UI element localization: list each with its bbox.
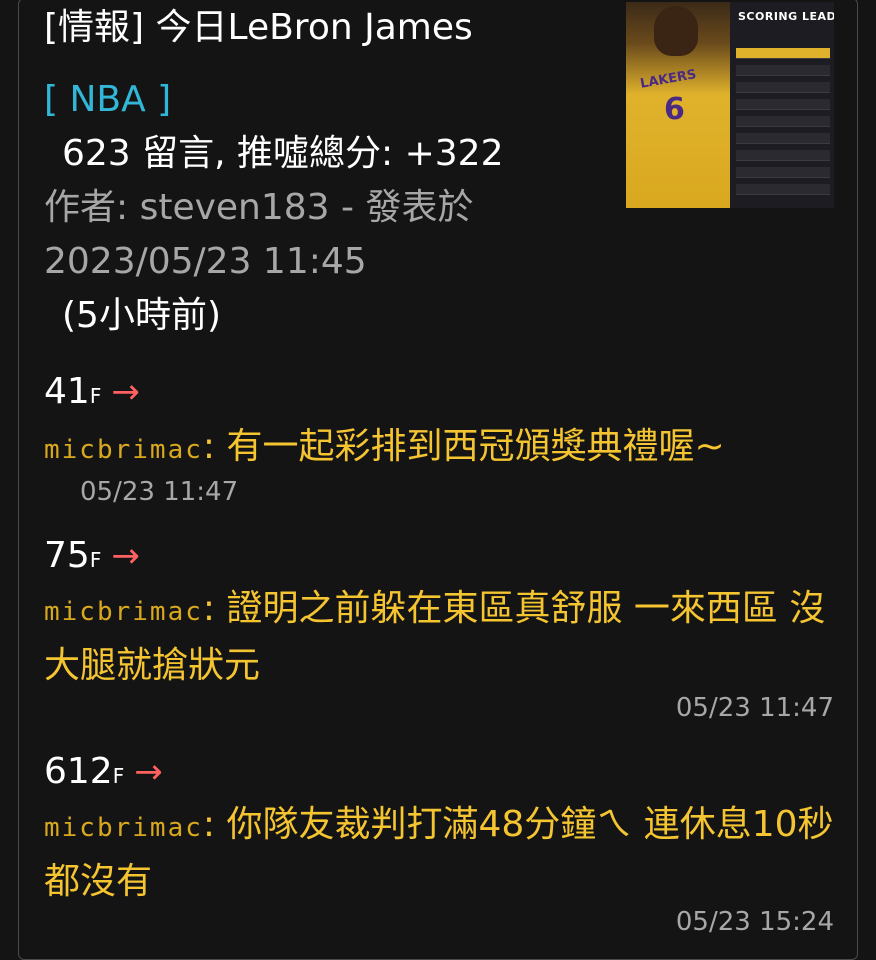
leader-row (736, 65, 830, 76)
player-head-shape (654, 6, 698, 56)
leader-row (736, 167, 830, 178)
comment-body: micbrimac: 有一起彩排到西冠頒獎典禮喔~ (44, 420, 834, 477)
article-thumbnail-image[interactable]: LAKERS 6 SCORING LEADERS (626, 2, 834, 208)
floor-number: 75 (44, 535, 90, 576)
comment-time: 05/23 11:47 (675, 693, 834, 723)
leader-row (736, 82, 830, 93)
arrow-icon: → (134, 752, 163, 792)
comment-floor: 41F → (44, 370, 140, 418)
comment-floor: 612F → (44, 750, 163, 798)
arrow-icon: → (111, 536, 140, 576)
comment-user[interactable]: micbrimac (44, 813, 203, 843)
leader-row (736, 184, 830, 195)
comment-body: micbrimac: 證明之前躲在東區真舒服 一來西區 沒大腿就搶狀元 (44, 582, 834, 693)
post-relative-time: (5小時前) (62, 295, 221, 336)
comment-time: 05/23 11:47 (80, 477, 239, 507)
comment-user[interactable]: micbrimac (44, 435, 203, 465)
comment-floor: 75F → (44, 534, 140, 582)
leader-row (736, 48, 830, 59)
floor-number: 41 (44, 371, 90, 412)
floor-number: 612 (44, 751, 113, 792)
floor-suffix: F (112, 764, 125, 788)
scoring-leaders-panel: SCORING LEADERS (730, 2, 834, 208)
comment-text: : 有一起彩排到西冠頒獎典禮喔~ (202, 426, 725, 467)
jersey-text: LAKERS (639, 67, 698, 92)
leader-row (736, 133, 830, 144)
jersey-number: 6 (664, 92, 685, 127)
comment-body: micbrimac: 你隊友裁判打滿48分鐘ㄟ 連休息10秒都沒有 (44, 798, 834, 909)
post-title[interactable]: [情報] 今日LeBron James (44, 6, 604, 50)
leader-row (736, 150, 830, 161)
comment-stats: 623 留言, 推噓總分: +322 (62, 133, 504, 174)
player-photo: LAKERS 6 (626, 2, 730, 208)
leader-row (736, 99, 830, 110)
floor-suffix: F (89, 384, 102, 408)
arrow-icon: → (111, 372, 140, 412)
panel-title: SCORING LEADERS (738, 10, 834, 23)
comment-user[interactable]: micbrimac (44, 597, 203, 627)
author-line: 作者: steven183 - 發表於 (44, 187, 474, 228)
floor-suffix: F (89, 548, 102, 572)
post-datetime: 2023/05/23 11:45 (44, 241, 367, 282)
comment-time: 05/23 15:24 (675, 907, 834, 937)
board-tag[interactable]: [ NBA ] (44, 78, 171, 122)
leader-row (736, 116, 830, 127)
